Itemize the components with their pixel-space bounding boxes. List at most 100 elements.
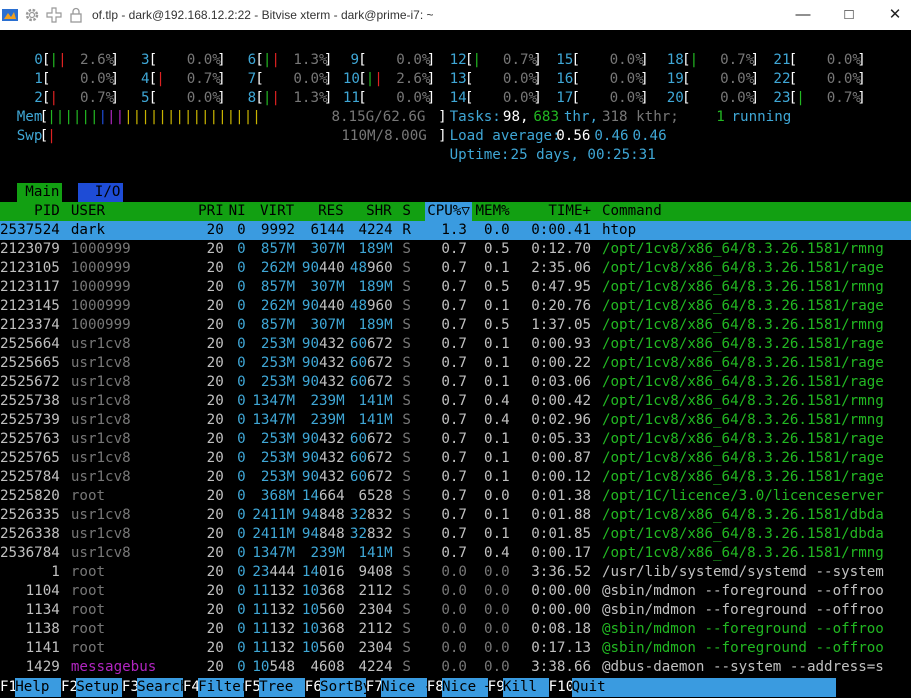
load-15m: 0.46 bbox=[632, 128, 667, 144]
process-time: 0:17.13 bbox=[522, 640, 592, 656]
process-row[interactable]: 2525763 usr1cv8 20 0 253M 90432 60672 S 0.… bbox=[0, 430, 911, 449]
process-res: 10368 bbox=[301, 583, 345, 599]
plus-move-icon[interactable] bbox=[46, 7, 62, 23]
process-row[interactable]: 2123117 1000999 20 0 857M 307M 189M S 0.7 … bbox=[0, 278, 911, 297]
tab-main[interactable]: Main bbox=[16, 183, 63, 202]
process-user: usr1cv8 bbox=[70, 545, 131, 561]
column-header-virt[interactable]: VIRT bbox=[251, 202, 294, 221]
column-header-res[interactable]: RES bbox=[301, 202, 344, 221]
process-row[interactable]: 2123105 1000999 20 0 262M 90440 48960 S 0.… bbox=[0, 259, 911, 278]
column-header-shr[interactable]: SHR bbox=[349, 202, 392, 221]
function-key-f3-label[interactable]: Search bbox=[137, 678, 189, 697]
cpu-usage-bar: || bbox=[262, 52, 280, 68]
column-header-cpu[interactable]: CPU%▽ bbox=[425, 202, 472, 221]
process-virt: 9992 bbox=[243, 222, 296, 238]
process-row[interactable]: 2526338 usr1cv8 20 0 2411M 94848 32832 S 0… bbox=[0, 525, 911, 544]
function-key-f6-label[interactable]: SortBy bbox=[320, 678, 372, 697]
function-key-f1-label[interactable]: Help bbox=[15, 678, 67, 697]
process-row[interactable]: 1138 root 20 0 11132 10368 2112 S 0.0 0.0 … bbox=[0, 620, 911, 639]
process-command: /opt/1cv8/x86_64/8.3.26.1581/rage bbox=[601, 355, 884, 371]
terminal-area[interactable]: 0[|| 2.6%] 3[0.0%] 6[|| 1.3%] 9[0.0%] 12[| 0.7%… bbox=[0, 30, 911, 698]
process-mem: 0.1 bbox=[475, 469, 510, 485]
cpu-bracket-close: ] bbox=[640, 71, 649, 87]
process-row[interactable]: 2525672 usr1cv8 20 0 253M 90432 60672 S 0.… bbox=[0, 373, 911, 392]
process-pri: 20 bbox=[198, 412, 224, 428]
process-pid: 2525765 bbox=[0, 450, 60, 466]
process-state: S bbox=[402, 393, 411, 409]
function-key-f8-label[interactable]: Nice + bbox=[441, 678, 494, 697]
process-row[interactable]: 1141 root 20 0 11132 10560 2304 S 0.0 0.0 … bbox=[0, 639, 911, 658]
function-key-f10[interactable]: F10 bbox=[548, 678, 575, 697]
function-key-f4-label[interactable]: Filter bbox=[198, 678, 250, 697]
function-key-f9-label[interactable]: Kill bbox=[502, 678, 555, 697]
process-res: 14664 bbox=[301, 488, 345, 504]
process-mem: 0.0 bbox=[475, 488, 510, 504]
lock-icon[interactable] bbox=[68, 7, 84, 23]
process-row[interactable]: 2537524 dark 20 0 9992 6144 4224 R 1.3 0.0… bbox=[0, 221, 911, 240]
column-header-pri[interactable]: PRI bbox=[198, 202, 224, 221]
cpu-usage-bar: || bbox=[262, 90, 280, 106]
process-pid: 2123374 bbox=[0, 317, 60, 333]
threads-label: thr, bbox=[563, 109, 599, 125]
column-header-mem[interactable]: MEM% bbox=[475, 202, 509, 221]
process-row[interactable]: 2525665 usr1cv8 20 0 253M 90432 60672 S 0.… bbox=[0, 354, 911, 373]
process-cpu: 0.7 bbox=[432, 507, 467, 523]
function-key-f10-label[interactable]: Quit bbox=[571, 678, 837, 697]
process-cpu: 0.7 bbox=[432, 412, 467, 428]
process-row[interactable]: 2525784 usr1cv8 20 0 253M 90432 60672 S 0.… bbox=[0, 468, 911, 487]
cpu-bracket-close: ] bbox=[110, 52, 120, 68]
threads-count: 683 bbox=[533, 109, 560, 125]
process-user: usr1cv8 bbox=[70, 450, 131, 466]
process-virt: 368M bbox=[243, 488, 296, 504]
minimize-button[interactable]: — bbox=[788, 4, 818, 26]
process-row[interactable]: 2525765 usr1cv8 20 0 253M 90432 60672 S 0.… bbox=[0, 449, 911, 468]
close-button[interactable]: ✕ bbox=[880, 4, 910, 26]
process-row[interactable]: 1429 messagebus 20 0 10548 4608 4224 S 0.0… bbox=[0, 658, 911, 677]
process-row[interactable]: 2536784 usr1cv8 20 0 1347M 239M 141M S 0.7… bbox=[0, 544, 911, 563]
cpu-bracket-open: [ bbox=[148, 52, 158, 68]
process-user: usr1cv8 bbox=[70, 393, 131, 409]
cpu-percent: 2.6% bbox=[80, 52, 115, 68]
cpu-percent: 2.6% bbox=[396, 71, 431, 87]
cpu-bracket-close: ] bbox=[750, 90, 760, 106]
maximize-button[interactable]: □ bbox=[834, 4, 864, 26]
column-header-s[interactable]: S bbox=[402, 202, 411, 221]
process-row[interactable]: 2525664 usr1cv8 20 0 253M 90432 60672 S 0.… bbox=[0, 335, 911, 354]
process-state: S bbox=[402, 659, 411, 675]
function-key-f5-label[interactable]: Tree bbox=[259, 678, 311, 697]
running-count: 1 bbox=[716, 109, 725, 125]
process-row[interactable]: 1134 root 20 0 11132 10560 2304 S 0.0 0.0 … bbox=[0, 601, 911, 620]
process-mem: 0.1 bbox=[475, 336, 510, 352]
process-row[interactable]: 2526335 usr1cv8 20 0 2411M 94848 32832 S 0… bbox=[0, 506, 911, 525]
process-row[interactable]: 2525820 root 20 0 368M 14664 6528 S 0.7 0.… bbox=[0, 487, 911, 506]
gear-icon[interactable] bbox=[24, 7, 40, 23]
cpu-percent: 0.7% bbox=[80, 90, 115, 106]
column-header-ni[interactable]: NI bbox=[229, 202, 246, 221]
process-state: S bbox=[402, 507, 411, 523]
process-pri: 20 bbox=[198, 279, 224, 295]
function-key-f2-label[interactable]: Setup bbox=[76, 678, 128, 697]
process-row[interactable]: 2525739 usr1cv8 20 0 1347M 239M 141M S 0.7… bbox=[0, 411, 911, 430]
process-pri: 20 bbox=[198, 393, 224, 409]
process-row[interactable]: 2123145 1000999 20 0 262M 90440 48960 S 0.… bbox=[0, 297, 911, 316]
process-pid: 2525672 bbox=[0, 374, 60, 390]
column-header-pid[interactable]: PID bbox=[0, 202, 60, 221]
tab-io[interactable]: I/O bbox=[77, 183, 124, 202]
column-header-user[interactable]: USER bbox=[71, 202, 105, 221]
column-header-time[interactable]: TIME+ bbox=[523, 202, 591, 221]
cpu-bracket-open: [ bbox=[788, 52, 798, 68]
process-pri: 20 bbox=[198, 241, 224, 257]
cpu-bracket-close: ] bbox=[110, 71, 120, 87]
process-row[interactable]: 2123079 1000999 20 0 857M 307M 189M S 0.7 … bbox=[0, 240, 911, 259]
process-state: S bbox=[402, 279, 411, 295]
process-row[interactable]: 1 root 20 0 23444 14016 9408 S 0.0 0.0 3:3… bbox=[0, 563, 911, 582]
process-row[interactable]: 1104 root 20 0 11132 10368 2112 S 0.0 0.0 … bbox=[0, 582, 911, 601]
process-mem: 0.0 bbox=[475, 602, 510, 618]
cpu-percent: 1.3% bbox=[293, 52, 328, 68]
bitvise-logo-icon[interactable] bbox=[2, 7, 18, 23]
column-header-cmd[interactable]: Command bbox=[602, 202, 662, 221]
process-row[interactable]: 2525738 usr1cv8 20 0 1347M 239M 141M S 0.7… bbox=[0, 392, 911, 411]
process-row[interactable]: 2123374 1000999 20 0 857M 307M 189M S 0.7 … bbox=[0, 316, 911, 335]
process-time: 0:12.70 bbox=[522, 241, 592, 257]
function-key-f7-label[interactable]: Nice - bbox=[381, 678, 433, 697]
